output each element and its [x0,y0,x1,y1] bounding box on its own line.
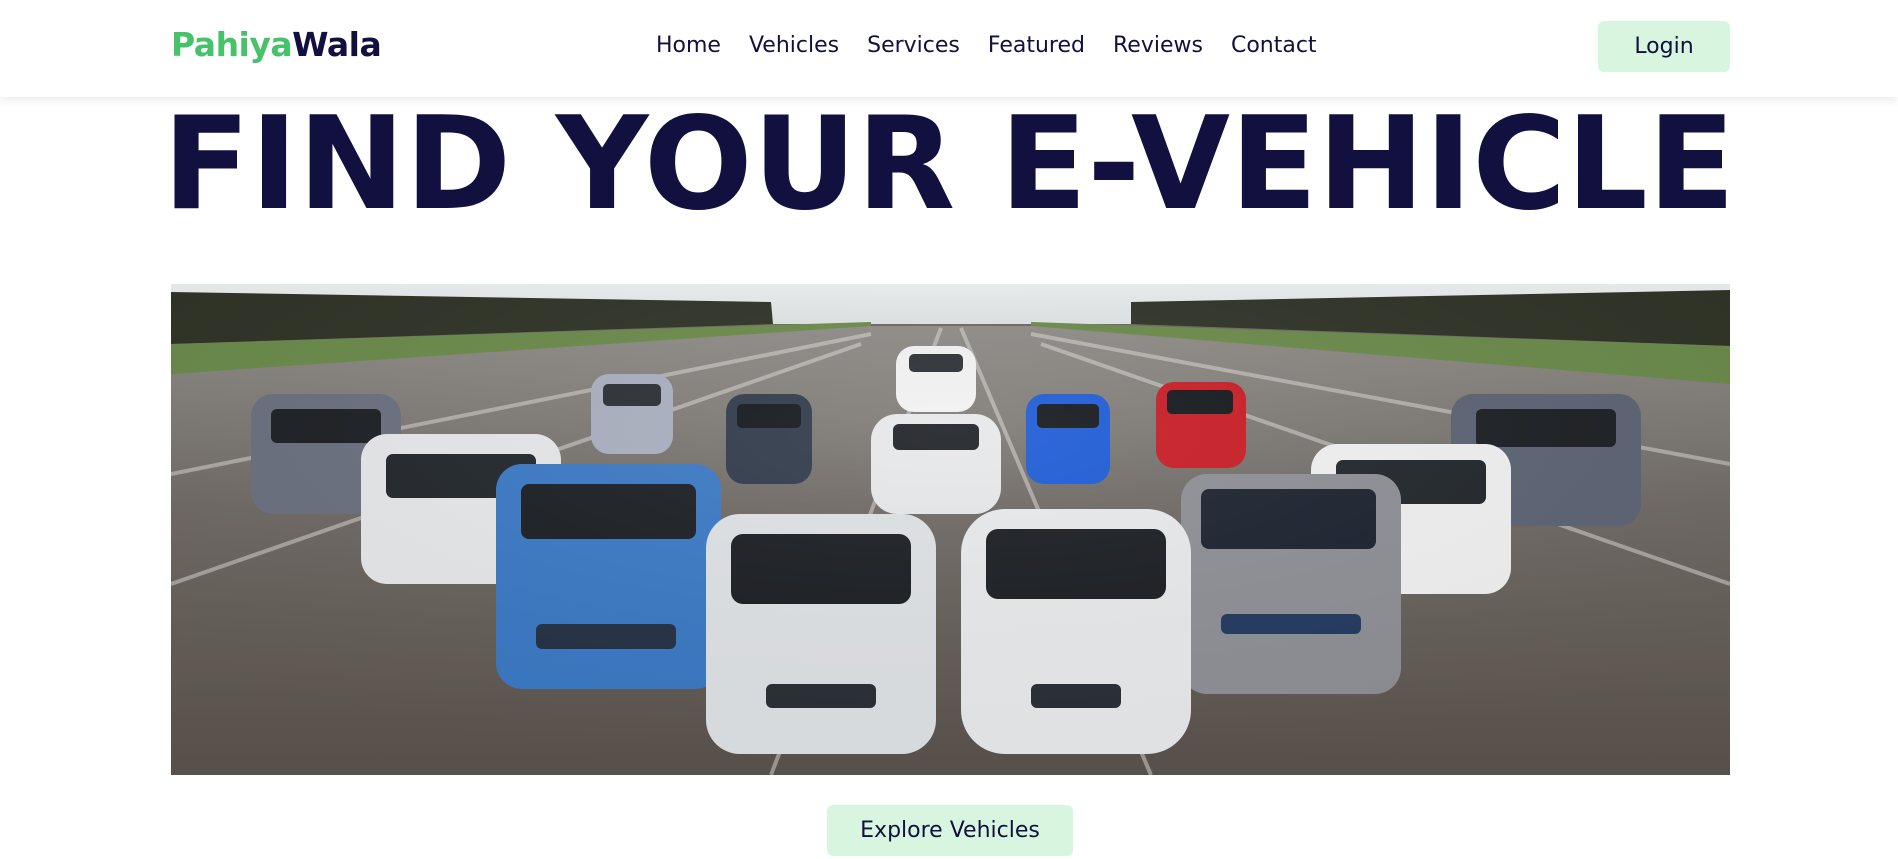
explore-vehicles-button[interactable]: Explore Vehicles [827,805,1073,856]
logo-part-green: Pahiya [171,25,293,64]
site-header: PahiyaWala Home Vehicles Services Featur… [0,0,1898,97]
brand-logo[interactable]: PahiyaWala [171,25,382,64]
login-button[interactable]: Login [1598,21,1730,72]
hero-title: FIND YOUR E-VEHICLE [162,90,1736,239]
nav-reviews[interactable]: Reviews [1113,33,1203,58]
nav-home[interactable]: Home [656,33,721,58]
hero-image [171,284,1730,775]
nav-featured[interactable]: Featured [988,33,1085,58]
hero-image-illustration [171,284,1730,775]
logo-part-navy: Wala [292,25,382,64]
nav-services[interactable]: Services [867,33,960,58]
nav-contact[interactable]: Contact [1231,33,1317,58]
main-nav: Home Vehicles Services Featured Reviews … [656,33,1317,58]
nav-vehicles[interactable]: Vehicles [749,33,839,58]
